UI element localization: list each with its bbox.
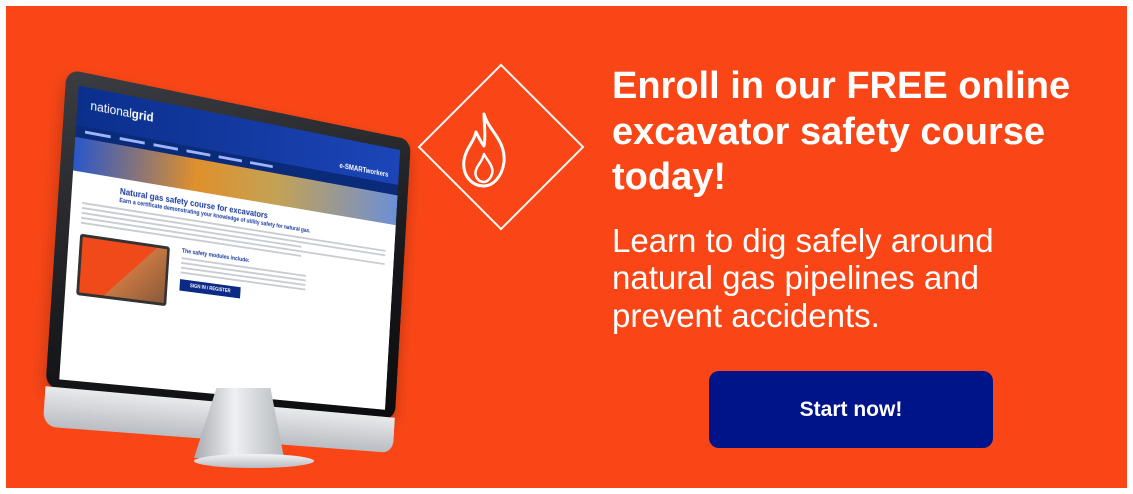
promo-banner: nationalgrid e-SMARTworkers Natural gas … (6, 6, 1127, 488)
flame-icon (454, 110, 514, 190)
monitor-base (194, 454, 314, 468)
start-now-button[interactable]: Start now! (709, 371, 993, 448)
monitor-illustration: nationalgrid e-SMARTworkers Natural gas … (44, 58, 494, 478)
subheadline: Learn to dig safely around natural gas p… (612, 222, 1052, 334)
monitor-bezel: nationalgrid e-SMARTworkers Natural gas … (45, 69, 411, 420)
monitor-screen: nationalgrid e-SMARTworkers Natural gas … (59, 85, 400, 409)
site-logo: nationalgrid (90, 98, 154, 125)
headline: Enroll in our FREE online excavator safe… (612, 64, 1072, 201)
signin-button: SIGN IN / REGISTER (179, 279, 240, 298)
mini-monitor-image (76, 234, 170, 307)
